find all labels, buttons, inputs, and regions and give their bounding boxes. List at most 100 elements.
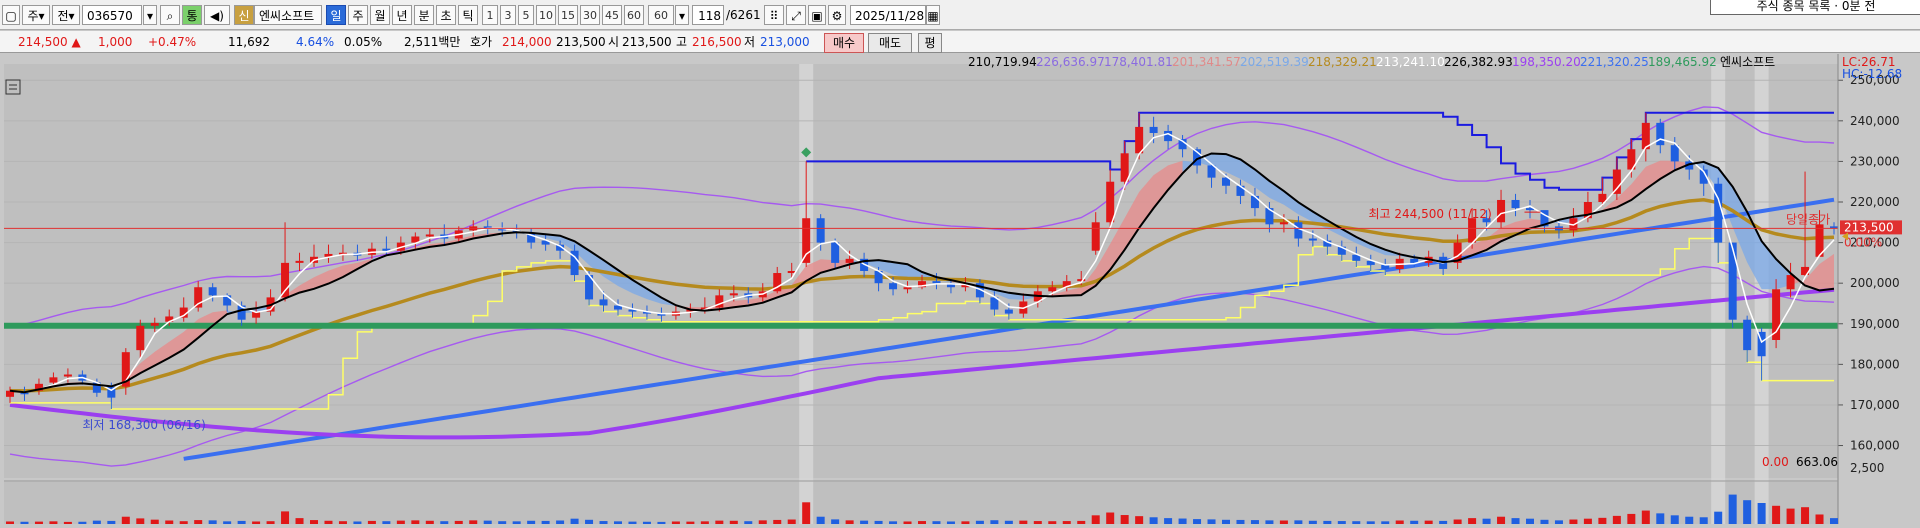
buy-button[interactable]: 매수 [824, 33, 864, 53]
volume-bar [136, 518, 145, 524]
candle-body [1120, 153, 1129, 182]
layout-icon[interactable]: ▢ [2, 5, 20, 25]
quote-bid: 213,500 [556, 35, 606, 49]
count-input[interactable]: 118 [692, 5, 724, 25]
code-dropdown-icon[interactable]: ▾ [143, 5, 157, 25]
interval-10[interactable]: 10 [536, 5, 556, 25]
volume-bar [49, 521, 58, 524]
volume-bar [1178, 518, 1187, 524]
interval-custom[interactable]: 60 [648, 5, 674, 25]
legend-name: 엔씨소프트 [1720, 55, 1775, 69]
legend-item: 213,241.10 [1376, 55, 1445, 69]
volume-bar [338, 521, 347, 524]
interval-15[interactable]: 15 [558, 5, 578, 25]
volume-bar [6, 521, 14, 524]
interval-3[interactable]: 3 [500, 5, 516, 25]
close-label: 당일종가 [1786, 212, 1830, 226]
quote-turnover: 4.64% [296, 35, 335, 49]
search-icon[interactable]: ⌕ [160, 5, 180, 25]
volume-bar [744, 521, 753, 524]
price-value: 214,500 [18, 35, 68, 49]
volume-bar [1395, 520, 1404, 524]
volume-bar [454, 520, 463, 524]
interval-30[interactable]: 30 [580, 5, 600, 25]
gear-icon[interactable]: ⚙ [828, 5, 846, 25]
candle-body [1670, 145, 1679, 162]
volume-bar [1743, 500, 1752, 524]
date-input[interactable]: 2025/11/28 [850, 5, 926, 25]
volume-bar [1265, 520, 1274, 524]
volume-bar [310, 520, 318, 524]
volume-bar [628, 521, 637, 524]
stock-name[interactable]: 엔씨소프트 [254, 5, 322, 25]
volume-bar [1554, 520, 1563, 524]
volume-bar [802, 502, 811, 524]
volume-bar [440, 521, 449, 524]
volume-bar [498, 521, 507, 524]
volume-bar [1526, 518, 1534, 524]
volume-bar [599, 521, 608, 524]
avg-button[interactable]: 평 [918, 33, 942, 53]
volume-bar [1048, 521, 1057, 524]
volume-bar [1106, 512, 1115, 524]
code-input[interactable]: 036570 [82, 5, 142, 25]
legend-item: 226,382.93 [1444, 55, 1513, 69]
period-alt-select[interactable]: 전▾ [52, 5, 80, 25]
interval-45[interactable]: 45 [602, 5, 622, 25]
volume-bar [324, 520, 333, 524]
tong-badge[interactable]: 통 [182, 5, 202, 25]
low-label: 저 [744, 35, 756, 49]
volume-bar [860, 520, 869, 524]
tab-second[interactable]: 초 [436, 5, 456, 25]
volume-tick-label: 2,500 [1850, 461, 1884, 475]
trend-icon[interactable]: ⤢ [786, 5, 806, 25]
tab-year[interactable]: 년 [392, 5, 412, 25]
current-price-value: 213,500 [1844, 220, 1894, 234]
candle-body [1250, 195, 1259, 209]
volume-bar [1627, 513, 1636, 524]
volume-bar [237, 520, 246, 524]
tab-minute[interactable]: 분 [414, 5, 434, 25]
price-chart[interactable]: 250,000240,000230,000220,000210,000200,0… [0, 54, 1920, 528]
tab-month[interactable]: 월 [370, 5, 390, 25]
volume-bar [1815, 514, 1824, 524]
volume-bar [946, 521, 955, 524]
volume-bar [787, 519, 796, 524]
volume-bar [1497, 516, 1506, 524]
candle-body [136, 325, 145, 351]
sound-icon[interactable]: ◀) [204, 5, 230, 25]
volume-bar [20, 521, 29, 524]
tab-day[interactable]: 일 [326, 5, 346, 25]
sell-button[interactable]: 매도 [868, 33, 912, 53]
save-icon[interactable]: ▣ [808, 5, 826, 25]
tab-tick[interactable]: 틱 [458, 5, 478, 25]
volume-bar [1714, 511, 1723, 524]
quote-ask: 214,000 [502, 35, 552, 49]
interval-dropdown-icon[interactable]: ▾ [675, 5, 689, 25]
interval-1[interactable]: 1 [482, 5, 498, 25]
candle-body [1468, 218, 1477, 243]
interval-5[interactable]: 5 [518, 5, 534, 25]
volume-bar [411, 520, 420, 524]
volume-bar [1439, 520, 1448, 524]
volume-bar [396, 520, 405, 524]
legend-item: 218,329.21 [1308, 55, 1377, 69]
quote-low: 213,000 [760, 35, 810, 49]
calendar-icon[interactable]: ▦ [926, 5, 940, 25]
volume-bar [1149, 517, 1158, 524]
volume-bar [1279, 520, 1288, 524]
volume-bar [1583, 518, 1592, 524]
volume-bar [1511, 518, 1520, 524]
new-badge[interactable]: 신 [234, 5, 254, 25]
interval-60[interactable]: 60 [624, 5, 644, 25]
volume-bar [1236, 519, 1245, 524]
volume-legend-total: 663.06 [1796, 455, 1838, 469]
plot-area [4, 64, 1838, 524]
tab-week[interactable]: 주 [348, 5, 368, 25]
volume-bar [686, 521, 695, 524]
grid-icon[interactable]: ⠿ [764, 5, 784, 25]
candle-body [1004, 309, 1013, 314]
period-select[interactable]: 주▾ [22, 5, 50, 25]
candle-body [281, 262, 290, 298]
candle-body [1656, 122, 1665, 146]
